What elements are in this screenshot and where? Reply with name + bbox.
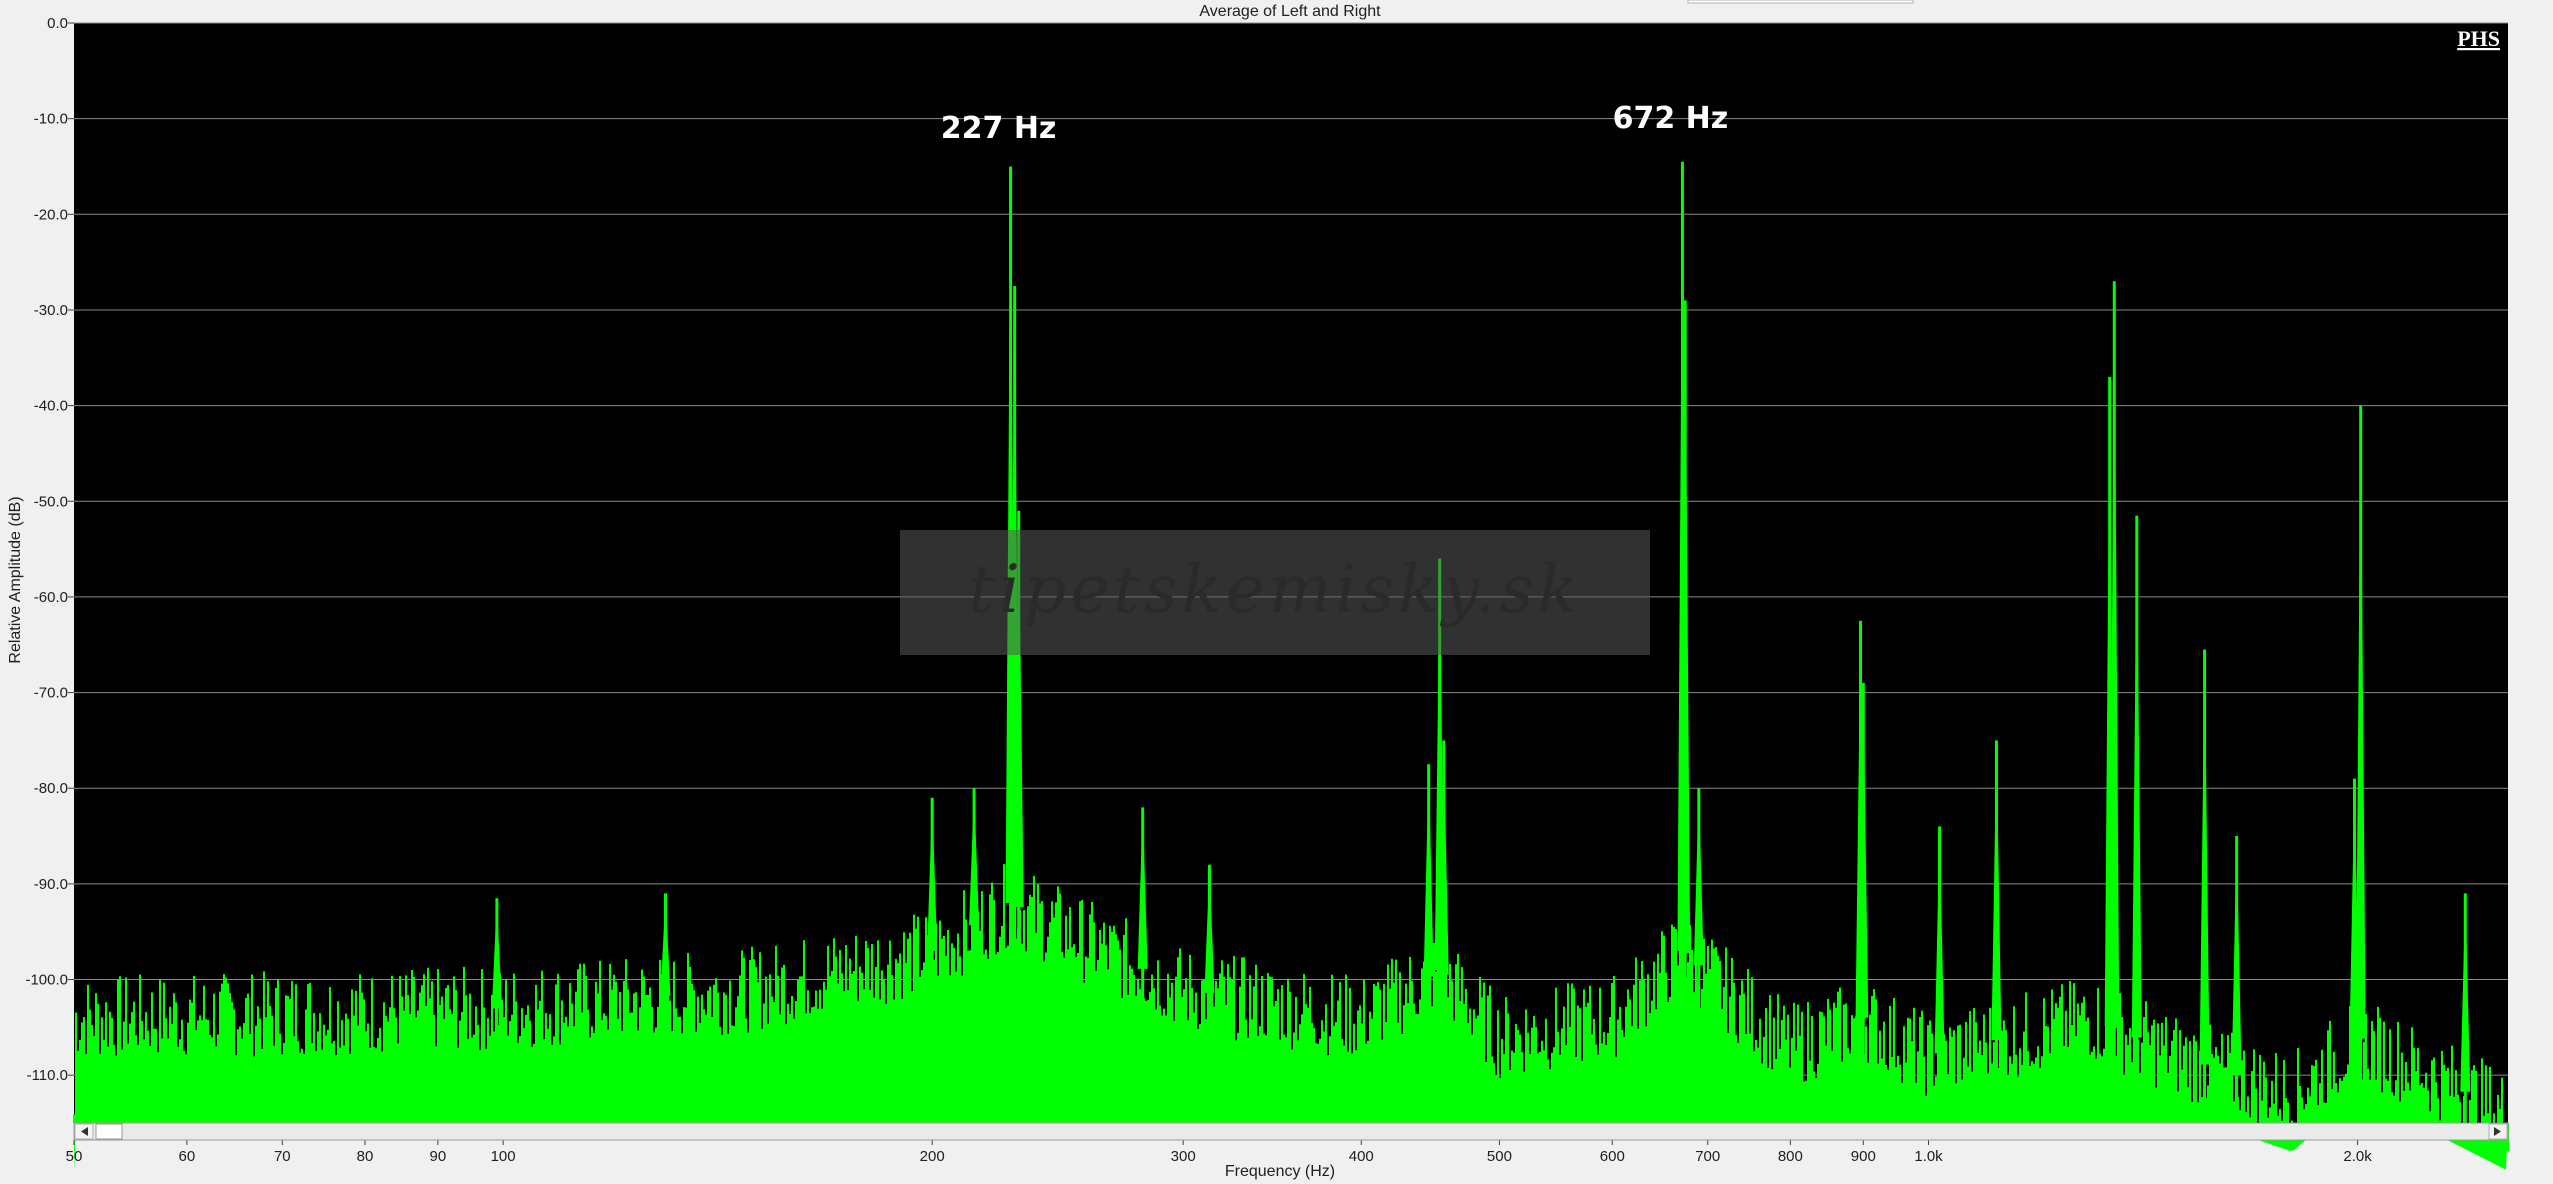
y-tick-label: -90.0 bbox=[34, 876, 68, 893]
scroll-left-button[interactable] bbox=[74, 1123, 94, 1140]
x-tick-label: 60 bbox=[179, 1148, 196, 1165]
spectrum-window: Average of Left and Right 0.0 -10.0 -20.0 -… bbox=[0, 0, 2553, 1184]
y-tick-label: -40.0 bbox=[34, 398, 68, 415]
spectrum-chart: Average of Left and Right 0.0 -10.0 -20.0 -… bbox=[7, 0, 2509, 1180]
scroll-thumb[interactable] bbox=[95, 1123, 123, 1140]
scroll-right-button[interactable] bbox=[2488, 1123, 2508, 1140]
watermark-text: tipetskemisky.sk bbox=[968, 551, 1581, 628]
y-axis-ticks: 0.0 -10.0 -20.0 -30.0 -40.0 -50.0 -60.0 -70.0 -8… bbox=[25, 15, 74, 1084]
horizontal-scrollbar[interactable] bbox=[73, 1122, 2509, 1141]
x-tick-label: 900 bbox=[1851, 1148, 1876, 1165]
y-tick-label: -30.0 bbox=[34, 302, 68, 319]
y-tick-label: -50.0 bbox=[34, 493, 68, 510]
x-axis-title: Frequency (Hz) bbox=[1225, 1163, 1335, 1180]
x-tick-label: 500 bbox=[1487, 1148, 1512, 1165]
x-tick-label: 600 bbox=[1600, 1148, 1625, 1165]
y-axis-title: Relative Amplitude (dB) bbox=[7, 496, 24, 663]
x-tick-label: 90 bbox=[430, 1148, 447, 1165]
y-tick-label: -20.0 bbox=[34, 206, 68, 223]
x-tick-label: 300 bbox=[1171, 1148, 1196, 1165]
peak-annotation-label: 227 Hz bbox=[941, 111, 1057, 146]
x-tick-label: 1.0k bbox=[1914, 1148, 1943, 1165]
peak-annotation-label: 672 Hz bbox=[1613, 101, 1729, 136]
watermark: tipetskemisky.sk bbox=[900, 530, 1650, 655]
y-tick-label: -100.0 bbox=[25, 972, 68, 989]
x-tick-label: 50 bbox=[66, 1148, 83, 1165]
x-tick-label: 400 bbox=[1349, 1148, 1374, 1165]
x-tick-label: 70 bbox=[274, 1148, 291, 1165]
y-tick-label: 0.0 bbox=[47, 15, 68, 32]
y-tick-label: -80.0 bbox=[34, 780, 68, 797]
chart-title: Average of Left and Right bbox=[1199, 3, 1381, 20]
y-tick-label: -110.0 bbox=[27, 1067, 68, 1084]
x-axis-ticks: 50 60 70 80 90 100 200 300 400 500 600 700 800 900 1.0… bbox=[66, 1140, 2372, 1165]
x-tick-label: 800 bbox=[1778, 1148, 1803, 1165]
window-tab-stub bbox=[1687, 0, 1914, 4]
x-tick-label: 700 bbox=[1695, 1148, 1720, 1165]
x-tick-label: 200 bbox=[920, 1148, 945, 1165]
x-tick-label: 2.0k bbox=[2343, 1148, 2372, 1165]
brand-mark: PHS bbox=[2457, 26, 2500, 51]
x-tick-label: 80 bbox=[357, 1148, 374, 1165]
y-tick-label: -10.0 bbox=[34, 111, 68, 128]
x-tick-label: 100 bbox=[491, 1148, 516, 1165]
y-tick-label: -60.0 bbox=[34, 589, 68, 606]
y-tick-label: -70.0 bbox=[34, 685, 68, 702]
